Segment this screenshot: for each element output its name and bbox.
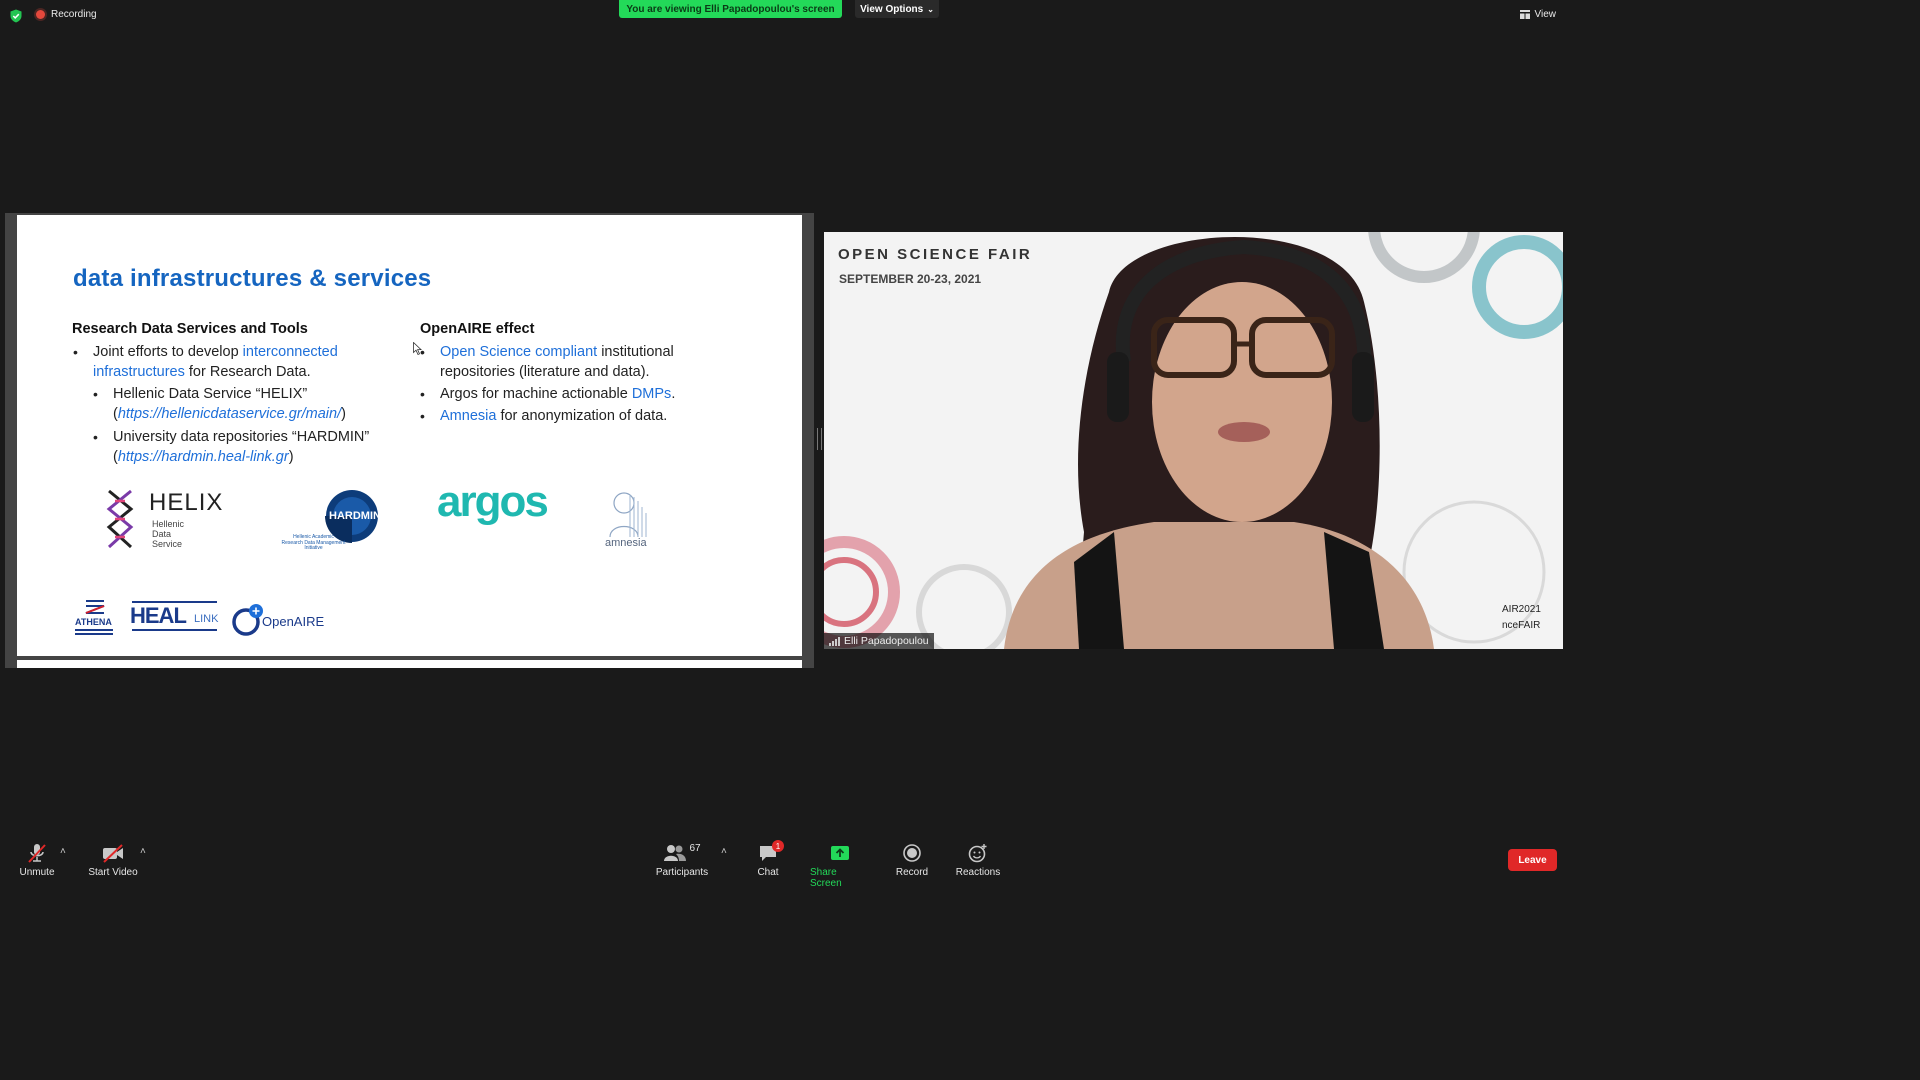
helix-url-link[interactable]: https://hellenicdataservice.gr/main/ xyxy=(118,406,341,422)
chevron-down-icon: ⌄ xyxy=(927,4,934,14)
presentation-slide: data infrastructures & services Research… xyxy=(17,215,802,656)
recording-indicator[interactable]: Recording xyxy=(36,9,97,20)
athena-emblem-icon xyxy=(85,600,105,614)
left-bullet-1: Joint efforts to develop interconnected … xyxy=(93,344,338,380)
view-options-button[interactable]: View Options ⌄ xyxy=(855,0,939,18)
reactions-button[interactable]: Reactions xyxy=(955,843,1001,878)
chat-badge: 1 xyxy=(772,840,784,852)
leave-button[interactable]: Leave xyxy=(1508,849,1557,871)
start-video-button[interactable]: Start Video xyxy=(86,843,140,878)
view-label: View xyxy=(1534,9,1557,20)
record-icon xyxy=(903,844,921,862)
amnesia-figure-icon xyxy=(609,492,647,537)
event-dates: SEPTEMBER 20-23, 2021 xyxy=(839,272,982,286)
participants-count: 67 xyxy=(689,843,701,854)
left-subbullet-1: Hellenic Data Service “HELIX” (https://h… xyxy=(113,386,346,422)
right-bullet-1: Open Science compliant institutional rep… xyxy=(440,344,674,380)
video-background-graphic xyxy=(824,232,1563,649)
view-options-label: View Options xyxy=(860,3,924,15)
recording-label: Recording xyxy=(51,9,97,20)
amnesia-logo: amnesia xyxy=(602,491,662,553)
dmps-link[interactable]: DMPs xyxy=(632,386,671,402)
microphone-muted-icon xyxy=(28,844,46,863)
helix-dna-icon xyxy=(106,489,134,549)
grid-icon xyxy=(1519,10,1530,19)
participant-name-tag: Elli Papadopoulou xyxy=(824,633,934,649)
mouse-cursor-icon xyxy=(413,342,422,355)
participants-icon xyxy=(664,845,687,861)
signal-strength-icon xyxy=(829,636,840,646)
shield-icon[interactable] xyxy=(9,9,23,23)
record-button[interactable]: Record xyxy=(894,843,930,878)
video-options-caret-icon[interactable]: ˄ xyxy=(140,846,146,857)
left-column-heading: Research Data Services and Tools xyxy=(72,321,308,337)
share-screen-icon xyxy=(831,846,849,860)
bullet-icon: • xyxy=(93,386,98,402)
right-bullet-2: Argos for machine actionable DMPs. xyxy=(440,386,676,402)
right-column-heading: OpenAIRE effect xyxy=(420,321,535,337)
athena-logo: ATHENA xyxy=(74,599,116,641)
participant-video[interactable]: OPEN SCIENCE FAIR SEPTEMBER 20-23, 2021 … xyxy=(824,232,1563,649)
participants-button[interactable]: 67 Participants xyxy=(654,843,710,878)
chat-button[interactable]: 1 Chat xyxy=(752,840,784,878)
viewing-banner: You are viewing Elli Papadopoulou's scre… xyxy=(619,0,842,18)
bullet-icon: • xyxy=(420,408,425,424)
unmute-button[interactable]: Unmute xyxy=(16,843,58,878)
left-subbullet-2: University data repositories “HARDMIN” (… xyxy=(113,429,370,465)
slide-next-strip xyxy=(17,660,802,668)
share-screen-button[interactable]: Share Screen xyxy=(810,843,870,889)
heal-link-logo: HEAL LINK xyxy=(130,601,220,635)
slide-title: data infrastructures & services xyxy=(73,265,432,292)
hardmin-logo: HARDMIN Hellenic Academic Research Data … xyxy=(269,489,384,555)
recording-dot-icon xyxy=(36,10,45,19)
openaire-circle-icon xyxy=(232,604,263,636)
helix-logo: HELIX Hellenic Data Service xyxy=(105,489,235,551)
amnesia-link[interactable]: Amnesia xyxy=(440,408,496,424)
hardmin-url-link[interactable]: https://hardmin.heal-link.gr xyxy=(118,449,289,465)
right-bullet-3: Amnesia for anonymization of data. xyxy=(440,408,668,424)
video-camera-off-icon xyxy=(103,844,123,863)
view-button[interactable]: View xyxy=(1519,9,1557,20)
participants-options-caret-icon[interactable]: ˄ xyxy=(721,846,727,857)
split-view-divider[interactable] xyxy=(817,428,822,450)
bullet-icon: • xyxy=(93,429,98,445)
bullet-icon: • xyxy=(420,386,425,402)
argos-logo: argos xyxy=(437,477,549,526)
corner-text-1: AIR2021 xyxy=(1502,604,1541,615)
openaire-logo: OpenAIRE xyxy=(231,603,341,637)
audio-options-caret-icon[interactable]: ˄ xyxy=(60,846,66,857)
event-title: OPEN SCIENCE FAIR xyxy=(838,246,1033,263)
reactions-icon xyxy=(968,844,987,863)
bullet-icon: • xyxy=(73,344,78,360)
open-science-link[interactable]: Open Science compliant xyxy=(440,344,597,360)
participant-name: Elli Papadopoulou xyxy=(844,635,929,647)
corner-text-2: nceFAIR xyxy=(1502,620,1541,631)
